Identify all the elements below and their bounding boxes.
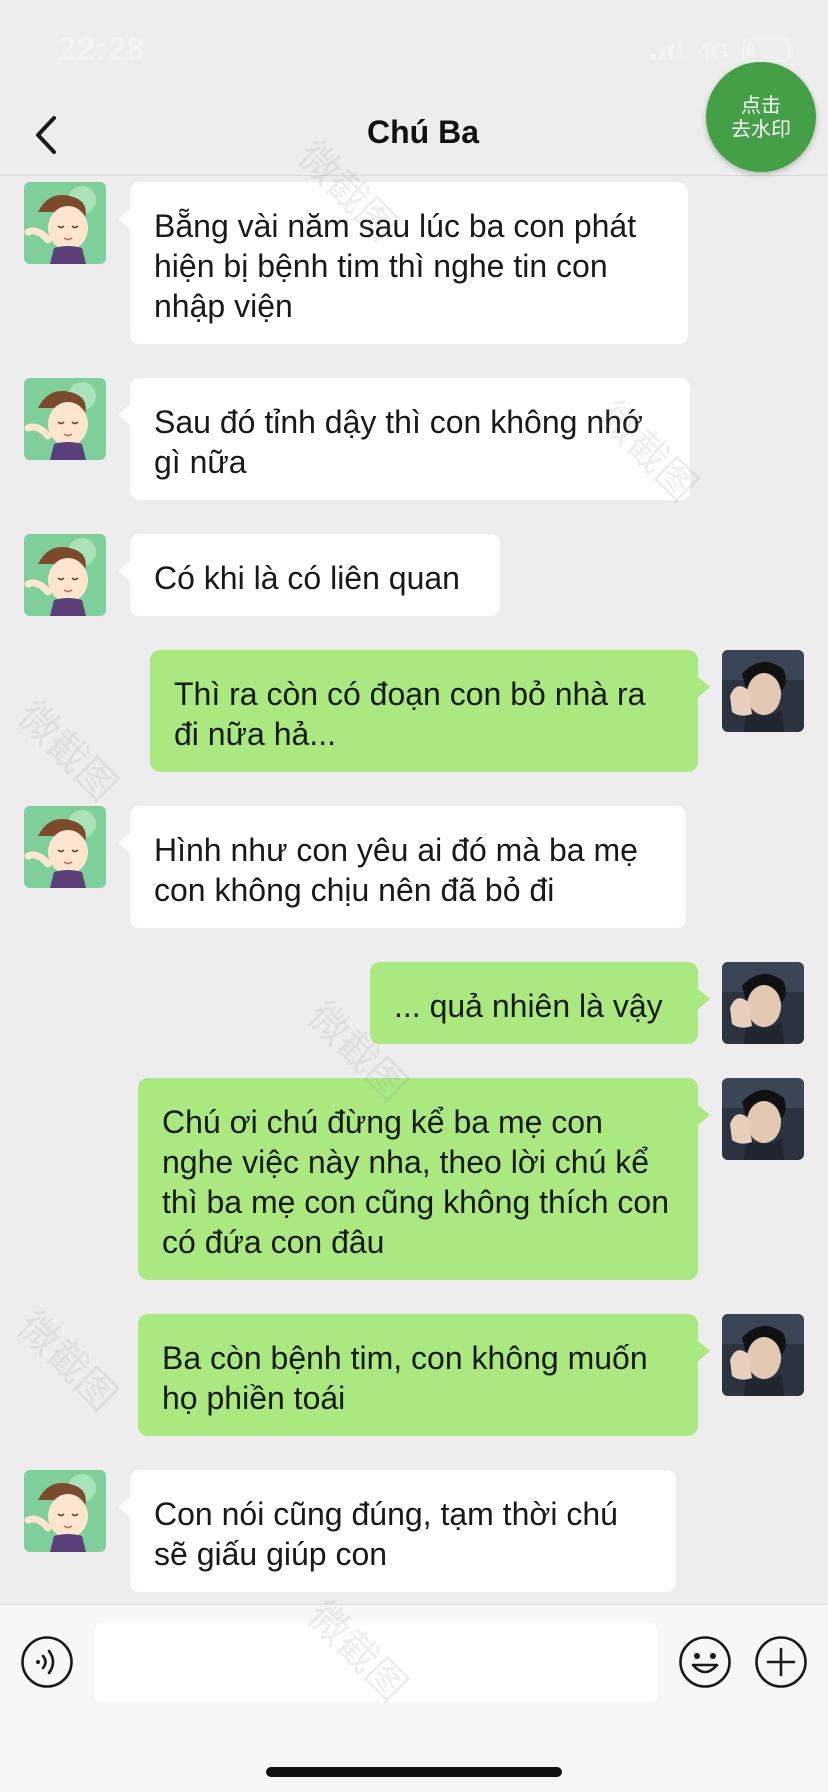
message-text: Chú ơi chú đừng kể ba mẹ con nghe việc n… xyxy=(162,1104,669,1260)
network-type: 4G xyxy=(698,38,729,64)
user-avatar[interactable] xyxy=(722,1314,804,1396)
message-bubble[interactable]: Con nói cũng đúng, tạm thời chú sẽ giấu … xyxy=(118,1470,676,1592)
contact-avatar[interactable] xyxy=(24,534,106,616)
watermark-text: 微截图 xyxy=(8,693,126,811)
message-text: Thì ra còn có đoạn con bỏ nhà ra đi nữa … xyxy=(174,676,646,752)
message-bubble[interactable]: ... quả nhiên là vậy xyxy=(370,962,710,1044)
message-text: Bẵng vài năm sau lúc ba con phát hiện bị… xyxy=(154,208,637,324)
message-text: Hình như con yêu ai đó mà ba mẹ con khôn… xyxy=(154,832,638,908)
message-text: Có khi là có liên quan xyxy=(154,560,460,596)
home-indicator[interactable] xyxy=(266,1767,562,1777)
message-text: Sau đó tỉnh dậy thì con không nhớ gì nữa xyxy=(154,404,643,480)
message-bubble[interactable]: Bẵng vài năm sau lúc ba con phát hiện bị… xyxy=(118,182,688,344)
emoji-icon xyxy=(679,1636,731,1688)
voice-button[interactable] xyxy=(20,1635,74,1689)
message-text: Con nói cũng đúng, tạm thời chú sẽ giấu … xyxy=(154,1496,618,1572)
message-bubble[interactable]: Ba còn bệnh tim, con không muốn họ phiền… xyxy=(138,1314,710,1436)
status-bar: 22:28 4G xyxy=(0,0,828,96)
user-avatar[interactable] xyxy=(722,1078,804,1160)
message-text: ... quả nhiên là vậy xyxy=(394,988,663,1024)
input-bar xyxy=(0,1604,828,1792)
remove-watermark-label-2: 去水印 xyxy=(731,117,791,141)
user-avatar[interactable] xyxy=(722,962,804,1044)
contact-avatar[interactable] xyxy=(24,182,106,264)
chat-title: Chú Ba xyxy=(367,114,479,150)
message-bubble[interactable]: Thì ra còn có đoạn con bỏ nhà ra đi nữa … xyxy=(150,650,710,772)
remove-watermark-label-1: 点击 xyxy=(741,93,781,117)
chat-screen: 22:28 4G Chú Ba 点击 去水印 Bẵng vài năm sau … xyxy=(0,0,828,1792)
message-bubble[interactable]: Có khi là có liên quan xyxy=(118,534,500,616)
nav-bar: Chú Ba xyxy=(0,96,828,176)
contact-avatar[interactable] xyxy=(24,378,106,460)
more-button[interactable] xyxy=(754,1635,808,1689)
signal-icon xyxy=(650,40,684,60)
message-bubble[interactable]: Chú ơi chú đừng kể ba mẹ con nghe việc n… xyxy=(138,1078,710,1280)
message-input[interactable] xyxy=(94,1622,658,1702)
voice-icon xyxy=(21,1636,73,1688)
remove-watermark-button[interactable]: 点击 去水印 xyxy=(706,62,816,172)
message-bubble[interactable]: Sau đó tỉnh dậy thì con không nhớ gì nữa xyxy=(118,378,690,500)
emoji-button[interactable] xyxy=(678,1635,732,1689)
user-avatar[interactable] xyxy=(722,650,804,732)
contact-avatar[interactable] xyxy=(24,806,106,888)
watermark-text: 微截图 xyxy=(8,1303,126,1421)
message-bubble[interactable]: Hình như con yêu ai đó mà ba mẹ con khôn… xyxy=(118,806,686,928)
battery-icon xyxy=(742,38,794,62)
plus-icon xyxy=(755,1636,807,1688)
status-time: 22:28 xyxy=(58,30,145,67)
message-text: Ba còn bệnh tim, con không muốn họ phiền… xyxy=(162,1340,648,1416)
contact-avatar[interactable] xyxy=(24,1470,106,1552)
